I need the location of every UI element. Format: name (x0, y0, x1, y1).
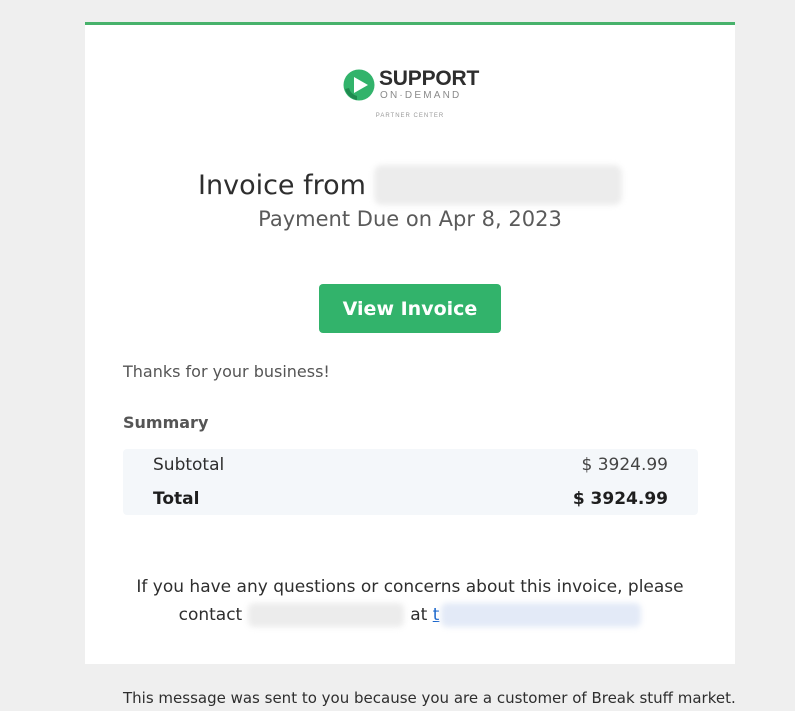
play-logo-icon (343, 69, 375, 101)
invoice-email-card: SUPPORT ON·DEMAND PARTNER CENTER Invoice… (85, 22, 735, 664)
footer-message: This message was sent to you because you… (123, 689, 736, 707)
support-on-demand-logo: SUPPORT ON·DEMAND (343, 67, 483, 107)
partner-center-label: PARTNER CENTER (375, 113, 445, 119)
subtotal-amount: $ 3924.99 (581, 455, 668, 475)
contact-line-2: contact at t (85, 601, 735, 629)
invoice-title: Invoice from (85, 165, 735, 205)
total-amount: $ 3924.99 (572, 489, 668, 509)
subtotal-row: Subtotal $ 3924.99 (153, 455, 668, 475)
contact-paragraph: If you have any questions or concerns ab… (85, 573, 735, 629)
redacted-contact-email (441, 603, 642, 627)
view-invoice-button[interactable]: View Invoice (319, 284, 501, 333)
summary-table: Subtotal $ 3924.99 Total $ 3924.99 (123, 449, 698, 515)
redacted-contact-name (248, 603, 405, 627)
payment-due-text: Payment Due on Apr 8, 2023 (258, 207, 562, 231)
redacted-sender-name (373, 165, 622, 205)
contact-at: at (410, 605, 428, 625)
subtotal-label: Subtotal (153, 455, 225, 475)
contact-email-link[interactable]: t (433, 605, 440, 625)
logo-tagline: ON·DEMAND (380, 90, 462, 101)
summary-title: Summary (123, 413, 209, 432)
total-label: Total (153, 489, 200, 509)
thanks-text: Thanks for your business! (123, 362, 330, 381)
contact-prefix: contact (178, 605, 243, 625)
contact-line-1: If you have any questions or concerns ab… (136, 577, 684, 597)
total-row: Total $ 3924.99 (153, 489, 668, 509)
invoice-title-text: Invoice from (198, 169, 366, 201)
logo-wordmark: SUPPORT (379, 67, 480, 90)
